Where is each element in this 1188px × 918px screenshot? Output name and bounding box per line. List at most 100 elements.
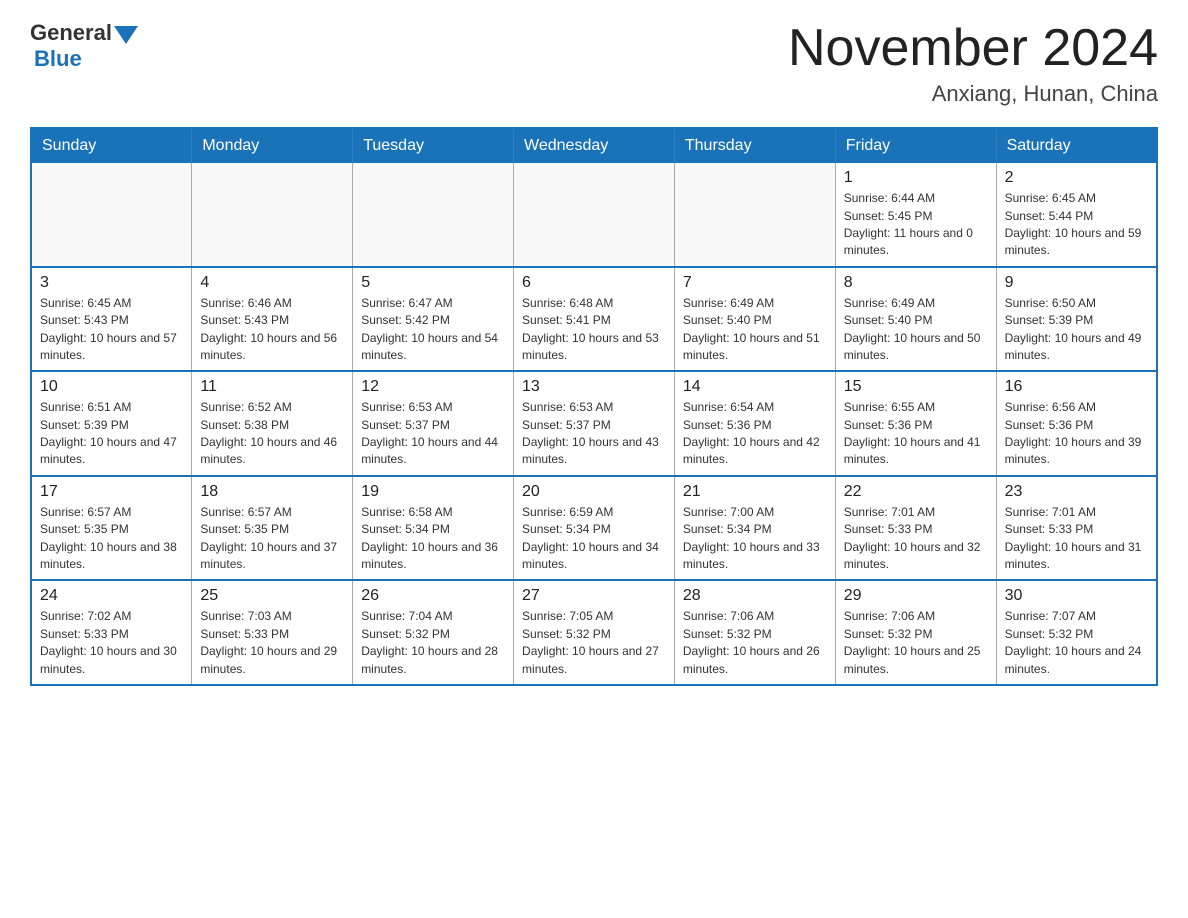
day-info: Sunrise: 7:01 AM Sunset: 5:33 PM Dayligh… [844, 504, 988, 574]
day-header-sunday: Sunday [31, 128, 192, 163]
day-number: 24 [40, 587, 183, 605]
day-header-friday: Friday [835, 128, 996, 163]
calendar-cell: 23 Sunrise: 7:01 AM Sunset: 5:33 PM Dayli… [996, 476, 1157, 581]
logo-blue-text: Blue [34, 46, 82, 72]
calendar-cell [674, 163, 835, 267]
day-info: Sunrise: 6:52 AM Sunset: 5:38 PM Dayligh… [200, 399, 344, 469]
calendar-cell: 21 Sunrise: 7:00 AM Sunset: 5:34 PM Dayli… [674, 476, 835, 581]
day-number: 30 [1005, 587, 1148, 605]
day-number: 21 [683, 483, 827, 501]
day-header-monday: Monday [192, 128, 353, 163]
calendar-cell: 13 Sunrise: 6:53 AM Sunset: 5:37 PM Dayli… [514, 371, 675, 476]
day-info: Sunrise: 6:57 AM Sunset: 5:35 PM Dayligh… [200, 504, 344, 574]
calendar-cell: 12Sunrise: 6:53 AM Sunset: 5:37 PM Dayli… [353, 371, 514, 476]
day-number: 22 [844, 483, 988, 501]
logo-triangle-icon [114, 26, 138, 44]
day-number: 6 [522, 274, 666, 292]
day-number: 25 [200, 587, 344, 605]
day-number: 29 [844, 587, 988, 605]
day-number: 5 [361, 274, 505, 292]
day-info: Sunrise: 6:50 AM Sunset: 5:39 PM Dayligh… [1005, 295, 1148, 365]
day-info: Sunrise: 6:53 AM Sunset: 5:37 PM Dayligh… [522, 399, 666, 469]
calendar-cell [353, 163, 514, 267]
calendar-cell: 30 Sunrise: 7:07 AM Sunset: 5:32 PM Dayli… [996, 580, 1157, 685]
page-header: General Blue November 2024 Anxiang, Huna… [30, 20, 1158, 107]
day-info: Sunrise: 6:47 AM Sunset: 5:42 PM Dayligh… [361, 295, 505, 365]
calendar-cell: 3Sunrise: 6:45 AM Sunset: 5:43 PM Daylig… [31, 267, 192, 372]
week-row-2: 3Sunrise: 6:45 AM Sunset: 5:43 PM Daylig… [31, 267, 1157, 372]
day-number: 28 [683, 587, 827, 605]
day-info: Sunrise: 6:55 AM Sunset: 5:36 PM Dayligh… [844, 399, 988, 469]
day-number: 13 [522, 378, 666, 396]
month-title: November 2024 [788, 20, 1158, 77]
calendar-cell: 14 Sunrise: 6:54 AM Sunset: 5:36 PM Dayli… [674, 371, 835, 476]
week-row-1: 1Sunrise: 6:44 AM Sunset: 5:45 PM Daylig… [31, 163, 1157, 267]
day-header-wednesday: Wednesday [514, 128, 675, 163]
day-number: 7 [683, 274, 827, 292]
day-info: Sunrise: 7:00 AM Sunset: 5:34 PM Dayligh… [683, 504, 827, 574]
day-header-thursday: Thursday [674, 128, 835, 163]
calendar-cell: 24 Sunrise: 7:02 AM Sunset: 5:33 PM Dayli… [31, 580, 192, 685]
calendar-cell [192, 163, 353, 267]
calendar-cell: 2 Sunrise: 6:45 AM Sunset: 5:44 PM Daylig… [996, 163, 1157, 267]
calendar-cell: 1Sunrise: 6:44 AM Sunset: 5:45 PM Daylig… [835, 163, 996, 267]
day-info: Sunrise: 6:48 AM Sunset: 5:41 PM Dayligh… [522, 295, 666, 365]
day-info: Sunrise: 6:53 AM Sunset: 5:37 PM Dayligh… [361, 399, 505, 469]
day-info: Sunrise: 6:45 AM Sunset: 5:44 PM Dayligh… [1005, 190, 1148, 260]
calendar-cell: 20Sunrise: 6:59 AM Sunset: 5:34 PM Dayli… [514, 476, 675, 581]
day-info: Sunrise: 7:01 AM Sunset: 5:33 PM Dayligh… [1005, 504, 1148, 574]
calendar-cell: 28Sunrise: 7:06 AM Sunset: 5:32 PM Dayli… [674, 580, 835, 685]
week-row-4: 17Sunrise: 6:57 AM Sunset: 5:35 PM Dayli… [31, 476, 1157, 581]
calendar-cell: 9 Sunrise: 6:50 AM Sunset: 5:39 PM Daylig… [996, 267, 1157, 372]
calendar-cell: 15 Sunrise: 6:55 AM Sunset: 5:36 PM Dayli… [835, 371, 996, 476]
day-info: Sunrise: 6:57 AM Sunset: 5:35 PM Dayligh… [40, 504, 183, 574]
day-info: Sunrise: 6:46 AM Sunset: 5:43 PM Dayligh… [200, 295, 344, 365]
day-info: Sunrise: 7:02 AM Sunset: 5:33 PM Dayligh… [40, 608, 183, 678]
calendar-cell: 6 Sunrise: 6:48 AM Sunset: 5:41 PM Daylig… [514, 267, 675, 372]
day-info: Sunrise: 7:05 AM Sunset: 5:32 PM Dayligh… [522, 608, 666, 678]
day-info: Sunrise: 6:59 AM Sunset: 5:34 PM Dayligh… [522, 504, 666, 574]
day-header-tuesday: Tuesday [353, 128, 514, 163]
day-number: 9 [1005, 274, 1148, 292]
day-number: 27 [522, 587, 666, 605]
day-info: Sunrise: 7:03 AM Sunset: 5:33 PM Dayligh… [200, 608, 344, 678]
day-number: 10 [40, 378, 183, 396]
day-info: Sunrise: 6:51 AM Sunset: 5:39 PM Dayligh… [40, 399, 183, 469]
calendar-cell: 16 Sunrise: 6:56 AM Sunset: 5:36 PM Dayli… [996, 371, 1157, 476]
day-number: 16 [1005, 378, 1148, 396]
calendar-cell: 4 Sunrise: 6:46 AM Sunset: 5:43 PM Daylig… [192, 267, 353, 372]
calendar-cell: 11 Sunrise: 6:52 AM Sunset: 5:38 PM Dayli… [192, 371, 353, 476]
days-header-row: SundayMondayTuesdayWednesdayThursdayFrid… [31, 128, 1157, 163]
location-title: Anxiang, Hunan, China [788, 81, 1158, 107]
day-info: Sunrise: 6:54 AM Sunset: 5:36 PM Dayligh… [683, 399, 827, 469]
calendar-cell: 27 Sunrise: 7:05 AM Sunset: 5:32 PM Dayli… [514, 580, 675, 685]
day-number: 4 [200, 274, 344, 292]
day-number: 15 [844, 378, 988, 396]
calendar-cell: 26Sunrise: 7:04 AM Sunset: 5:32 PM Dayli… [353, 580, 514, 685]
day-number: 2 [1005, 169, 1148, 187]
day-number: 11 [200, 378, 344, 396]
day-number: 14 [683, 378, 827, 396]
calendar-table: SundayMondayTuesdayWednesdayThursdayFrid… [30, 127, 1158, 686]
calendar-cell: 7 Sunrise: 6:49 AM Sunset: 5:40 PM Daylig… [674, 267, 835, 372]
day-info: Sunrise: 6:44 AM Sunset: 5:45 PM Dayligh… [844, 190, 988, 260]
calendar-cell [31, 163, 192, 267]
week-row-5: 24 Sunrise: 7:02 AM Sunset: 5:33 PM Dayli… [31, 580, 1157, 685]
calendar-cell: 17Sunrise: 6:57 AM Sunset: 5:35 PM Dayli… [31, 476, 192, 581]
calendar-cell: 25 Sunrise: 7:03 AM Sunset: 5:33 PM Dayli… [192, 580, 353, 685]
calendar-cell: 29 Sunrise: 7:06 AM Sunset: 5:32 PM Dayli… [835, 580, 996, 685]
calendar-cell: 22 Sunrise: 7:01 AM Sunset: 5:33 PM Dayli… [835, 476, 996, 581]
day-number: 18 [200, 483, 344, 501]
day-info: Sunrise: 6:58 AM Sunset: 5:34 PM Dayligh… [361, 504, 505, 574]
logo: General Blue [30, 20, 138, 72]
calendar-cell [514, 163, 675, 267]
day-number: 23 [1005, 483, 1148, 501]
day-number: 8 [844, 274, 988, 292]
day-info: Sunrise: 6:49 AM Sunset: 5:40 PM Dayligh… [683, 295, 827, 365]
day-info: Sunrise: 7:07 AM Sunset: 5:32 PM Dayligh… [1005, 608, 1148, 678]
day-info: Sunrise: 6:56 AM Sunset: 5:36 PM Dayligh… [1005, 399, 1148, 469]
day-info: Sunrise: 7:06 AM Sunset: 5:32 PM Dayligh… [844, 608, 988, 678]
logo-general-text: General [30, 20, 112, 46]
week-row-3: 10 Sunrise: 6:51 AM Sunset: 5:39 PM Dayli… [31, 371, 1157, 476]
day-info: Sunrise: 6:49 AM Sunset: 5:40 PM Dayligh… [844, 295, 988, 365]
